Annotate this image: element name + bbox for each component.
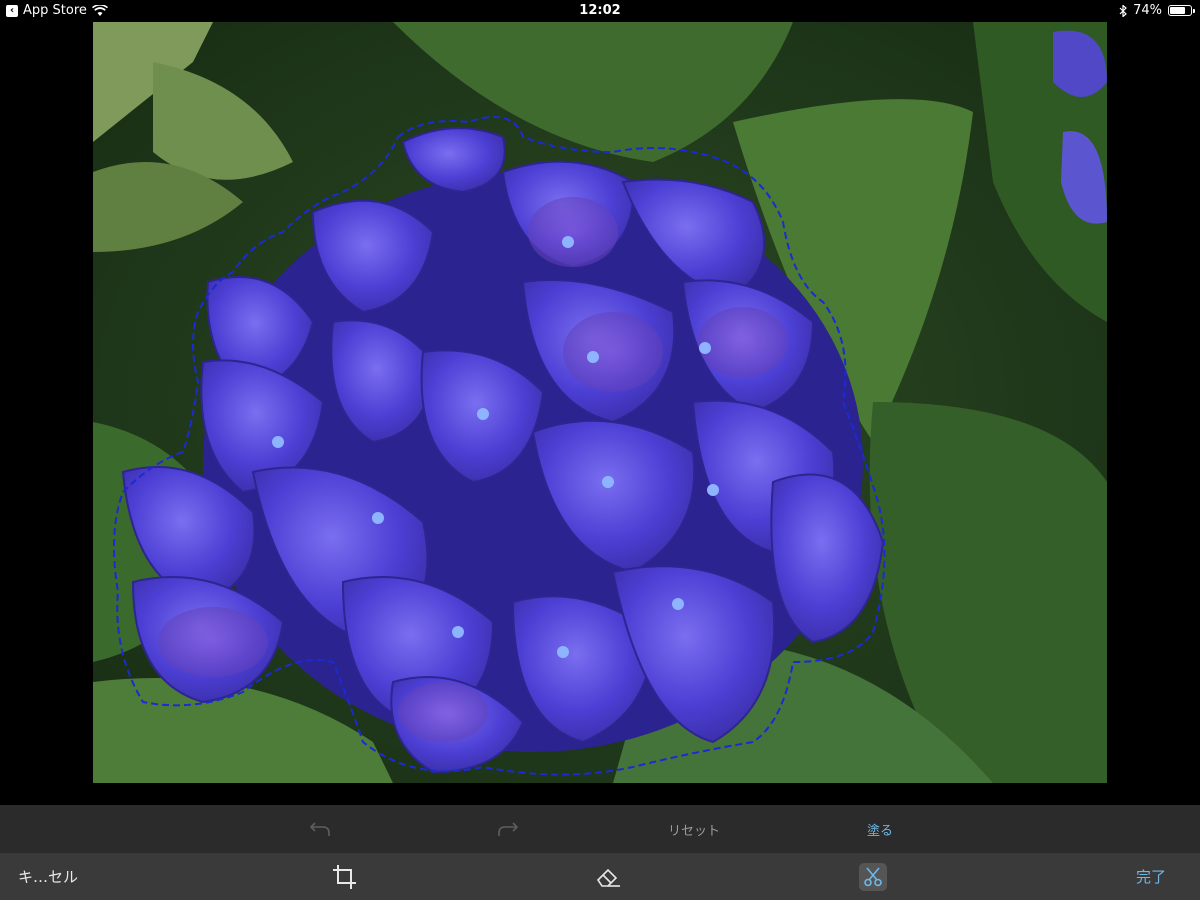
scissors-icon: [864, 866, 882, 886]
eraser-button[interactable]: [593, 853, 625, 900]
status-right: 74%: [1119, 3, 1195, 18]
crop-button[interactable]: [328, 853, 360, 900]
battery-fill: [1170, 7, 1185, 14]
done-button[interactable]: 完了: [1136, 853, 1166, 900]
crop-icon: [333, 864, 356, 889]
photo-canvas[interactable]: [93, 22, 1107, 783]
status-bar: ‹ App Store 12:02 74%: [0, 0, 1200, 22]
redo-button[interactable]: [488, 805, 528, 853]
bluetooth-icon: [1119, 4, 1127, 17]
edit-toolbar: リセット 塗る: [0, 805, 1200, 853]
reset-button[interactable]: リセット: [650, 805, 738, 853]
scissors-button[interactable]: [858, 853, 888, 900]
paint-button[interactable]: 塗る: [850, 805, 910, 853]
eraser-icon: [596, 868, 620, 887]
redo-icon: [498, 822, 519, 836]
clock: 12:02: [579, 3, 621, 18]
undo-icon: [309, 822, 330, 836]
bottom-toolbar: キ…セル 完了: [0, 853, 1200, 900]
battery-icon: [1168, 5, 1195, 16]
battery-percent: 74%: [1133, 3, 1162, 18]
scissors-active-box: [859, 862, 887, 891]
undo-button[interactable]: [300, 805, 340, 853]
photo-image: [93, 22, 1107, 783]
cancel-button[interactable]: キ…セル: [18, 853, 78, 900]
